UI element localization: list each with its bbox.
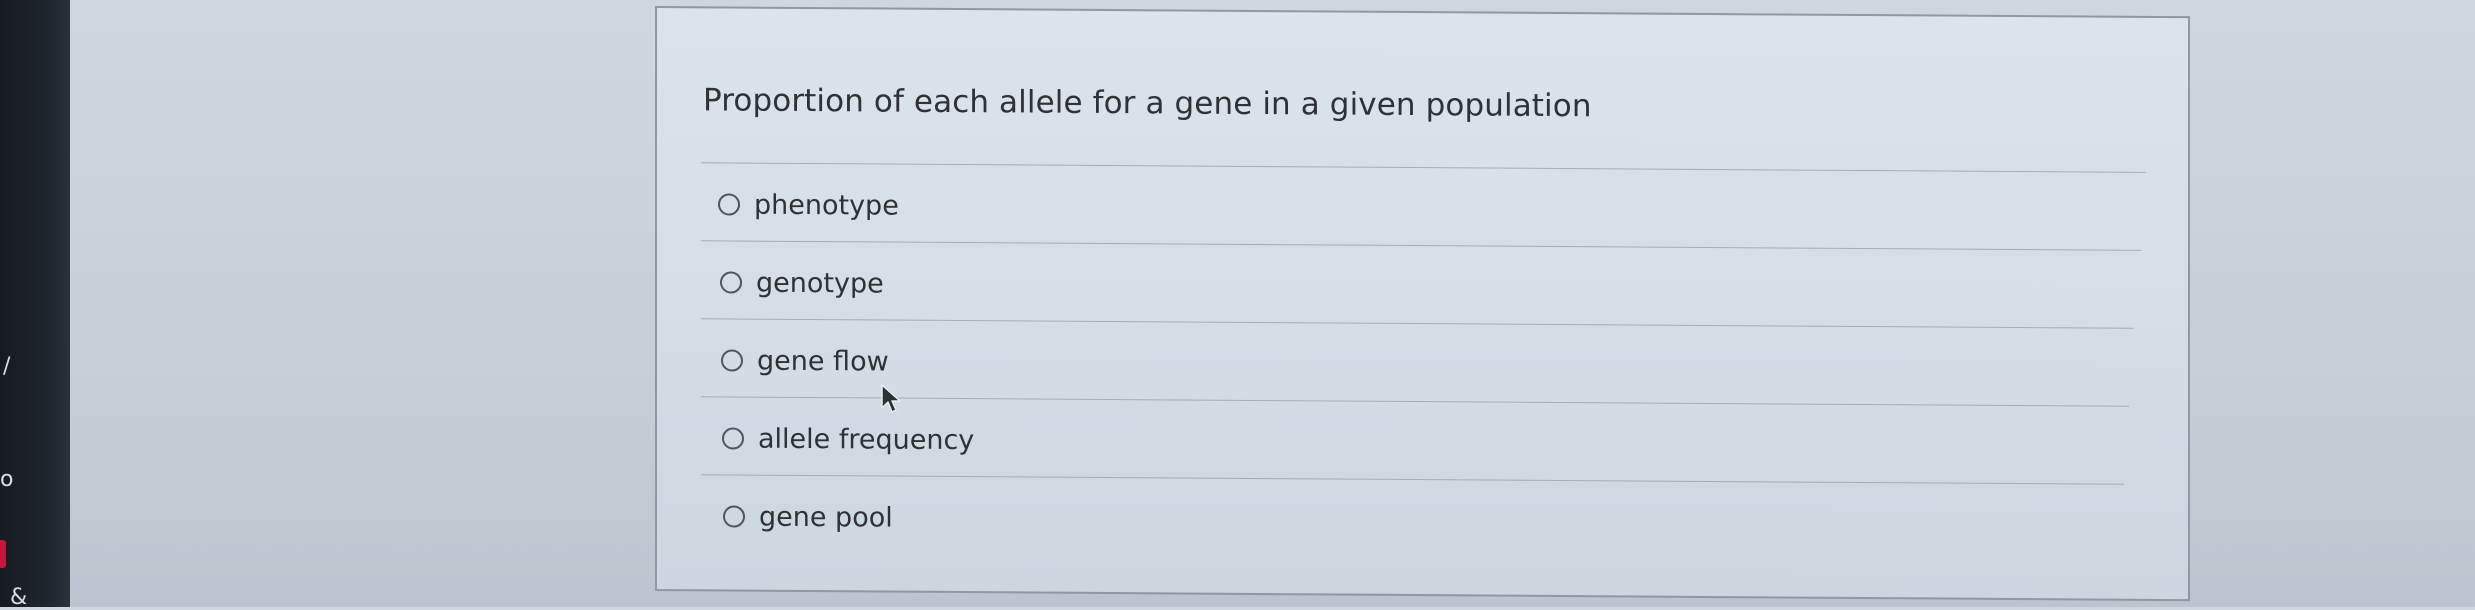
answer-option-gene-pool[interactable]: gene pool	[723, 494, 893, 539]
left-window-edge: / o &	[0, 0, 70, 610]
left-edge-red-accent	[0, 540, 6, 568]
option-divider	[701, 396, 2129, 407]
option-divider-top	[701, 162, 2146, 173]
answer-option-gene-flow[interactable]: gene flow	[721, 338, 889, 383]
left-edge-slash-mark: /	[3, 354, 11, 379]
question-card: Proportion of each allele for a gene in …	[655, 6, 2190, 602]
radio-button-icon[interactable]	[722, 427, 744, 450]
answer-option-label: allele frequency	[758, 423, 975, 456]
answer-option-allele-frequency[interactable]: allele frequency	[722, 416, 974, 462]
answer-option-genotype[interactable]: genotype	[720, 260, 884, 305]
radio-button-icon[interactable]	[718, 193, 740, 216]
option-divider	[701, 318, 2134, 329]
radio-button-icon[interactable]	[723, 505, 745, 528]
answer-option-label: gene flow	[757, 345, 889, 378]
answer-option-label: genotype	[756, 267, 884, 300]
left-edge-ampersand-mark: &	[10, 585, 28, 610]
option-divider	[701, 240, 2141, 251]
question-prompt: Proportion of each allele for a gene in …	[703, 82, 1592, 125]
mouse-pointer-icon	[881, 384, 901, 413]
option-divider	[701, 474, 2124, 485]
radio-button-icon[interactable]	[720, 271, 742, 294]
answer-option-label: phenotype	[754, 189, 899, 222]
answer-option-phenotype[interactable]: phenotype	[718, 182, 899, 227]
answer-option-label: gene pool	[759, 501, 893, 534]
radio-button-icon[interactable]	[721, 349, 743, 372]
left-edge-o-mark: o	[0, 467, 14, 492]
